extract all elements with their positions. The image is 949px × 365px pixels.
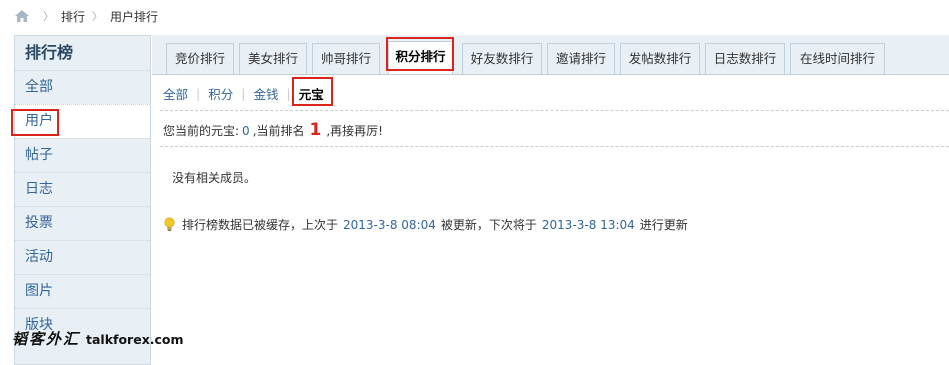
cache-notice: 排行榜数据已被缓存，上次于 2013-3-8 08:04 被更新，下次将于 20… xyxy=(163,216,688,233)
tab-blogs-ranking[interactable]: 日志数排行 xyxy=(705,43,785,74)
info-suffix: ,再接再厉! xyxy=(326,124,383,138)
cache-text-1: 排行榜数据已被缓存，上次于 xyxy=(182,218,339,232)
highlight-box-yuanbao xyxy=(292,77,333,106)
tab-friends-ranking[interactable]: 好友数排行 xyxy=(462,43,542,74)
cache-last-update-time: 2013-3-8 08:04 xyxy=(343,217,436,232)
sidebar-title: 排行榜 xyxy=(25,43,74,62)
filter-all[interactable]: 全部 xyxy=(163,84,188,103)
watermark-cn: 韬客外汇 xyxy=(12,330,81,348)
filter-separator: | xyxy=(196,86,201,101)
tab-online-time-ranking[interactable]: 在线时间排行 xyxy=(790,43,885,74)
sidebar-item-pictures[interactable]: 图片 xyxy=(15,274,150,308)
cache-next-update-time: 2013-3-8 13:04 xyxy=(541,217,635,232)
tab-posts-ranking[interactable]: 发帖数排行 xyxy=(620,43,700,74)
tab-female-ranking[interactable]: 美女排行 xyxy=(239,43,307,74)
breadcrumb-item-user-ranking[interactable]: 用户排行 xyxy=(110,8,158,25)
highlight-box-user xyxy=(11,109,59,136)
watermark-logo: 韬客外汇 talkforex.com xyxy=(12,328,184,349)
sidebar-item-all[interactable]: 全部 xyxy=(15,70,150,104)
breadcrumb-item-ranking[interactable]: 排行 xyxy=(61,8,85,25)
breadcrumb-separator: 〉 xyxy=(43,10,54,23)
current-rank-number: 1 xyxy=(309,120,322,140)
ranking-sidebar: 排行榜 全部 用户 帖子 日志 投票 活动 图片 版块 xyxy=(14,35,151,365)
sidebar-item-blogs[interactable]: 日志 xyxy=(15,172,150,206)
tab-invite-ranking[interactable]: 邀请排行 xyxy=(547,43,615,74)
sidebar-item-threads[interactable]: 帖子 xyxy=(15,138,150,172)
current-rank-info: 您当前的元宝: 0 ,当前排名 1 ,再接再厉! xyxy=(163,120,383,140)
breadcrumb-separator: 〉 xyxy=(92,10,104,23)
cache-text-2: 被更新，下次将于 xyxy=(440,218,537,232)
home-icon[interactable] xyxy=(14,9,30,23)
yuanbao-value: 0 xyxy=(242,124,250,138)
filter-separator: | xyxy=(286,86,291,101)
filter-credits[interactable]: 积分 xyxy=(208,84,233,103)
filter-money[interactable]: 金钱 xyxy=(253,84,278,103)
highlight-box-credits-tab xyxy=(386,37,454,71)
lightbulb-icon xyxy=(164,217,175,231)
empty-list-message: 没有相关成员。 xyxy=(172,171,257,185)
filter-separator: | xyxy=(241,86,246,101)
tab-male-ranking[interactable]: 帅哥排行 xyxy=(312,43,380,74)
divider xyxy=(160,110,949,111)
breadcrumb: 〉 排行 〉 用户排行 xyxy=(14,7,158,25)
tab-bid-ranking[interactable]: 竞价排行 xyxy=(166,43,234,74)
ranking-tabs: 竞价排行 美女排行 帅哥排行 积分排行 好友数排行 邀请排行 发帖数排行 日志数… xyxy=(152,35,949,75)
main-content: 竞价排行 美女排行 帅哥排行 积分排行 好友数排行 邀请排行 发帖数排行 日志数… xyxy=(152,35,949,352)
sidebar-item-activities[interactable]: 活动 xyxy=(15,240,150,274)
divider xyxy=(160,146,949,147)
info-prefix: 您当前的元宝: xyxy=(163,124,240,138)
sidebar-item-polls[interactable]: 投票 xyxy=(15,206,150,240)
info-mid: ,当前排名 xyxy=(252,124,305,138)
watermark-en: talkforex.com xyxy=(86,332,184,347)
cache-text-3: 进行更新 xyxy=(639,218,688,232)
